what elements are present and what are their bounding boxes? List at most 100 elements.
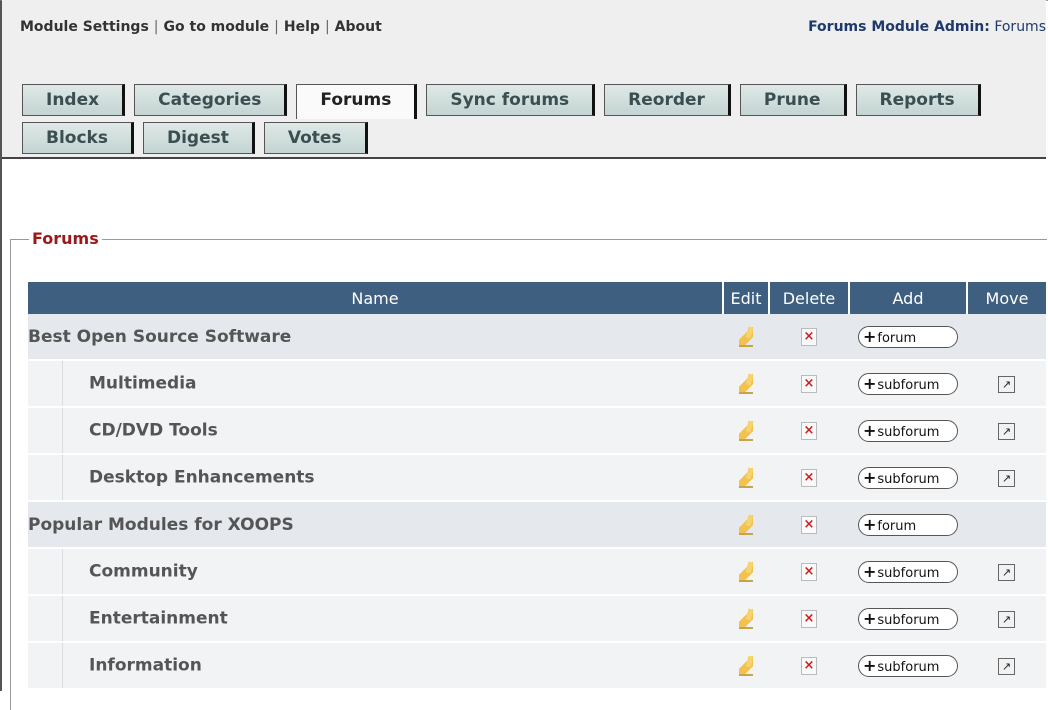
edit-cell [723, 642, 769, 690]
move-cell: ↗ [967, 407, 1046, 455]
forum-name-cell: Best Open Source Software [28, 314, 723, 361]
indent-spacer [28, 643, 63, 688]
plus-icon: + [863, 608, 877, 628]
forum-name[interactable]: Information [89, 656, 202, 676]
plus-icon: + [863, 655, 877, 675]
delete-cell: × [769, 314, 849, 361]
admin-title: Forums Module Admin: Forums [808, 19, 1046, 35]
tab-prune[interactable]: Prune [739, 84, 847, 116]
forum-name[interactable]: Best Open Source Software [28, 327, 291, 347]
add-label: forum [877, 518, 917, 534]
table-row: CD/DVD Tools × +subforum ↗ [28, 407, 1046, 455]
move-icon[interactable]: ↗ [998, 658, 1015, 675]
forum-name[interactable]: CD/DVD Tools [89, 421, 218, 441]
add-subforum-button[interactable]: +subforum [858, 372, 958, 395]
tab-forums[interactable]: Forums [296, 84, 418, 119]
tab-sync-forums[interactable]: Sync forums [426, 84, 596, 116]
tab-index[interactable]: Index [22, 84, 126, 116]
move-icon[interactable]: ↗ [998, 376, 1015, 393]
help-link[interactable]: Help [284, 19, 320, 35]
move-cell [967, 501, 1046, 549]
tab-digest[interactable]: Digest [142, 122, 255, 154]
plus-icon: + [863, 514, 877, 534]
forum-name[interactable]: Popular Modules for XOOPS [28, 515, 294, 535]
pencil-icon[interactable] [739, 655, 753, 676]
delete-icon[interactable]: × [801, 328, 817, 347]
delete-cell: × [769, 501, 849, 549]
pencil-icon[interactable] [739, 514, 753, 535]
move-icon[interactable]: ↗ [998, 423, 1015, 440]
add-subforum-button[interactable]: +subforum [858, 607, 958, 630]
add-cell: +subforum [849, 548, 967, 596]
add-subforum-button[interactable]: +subforum [858, 419, 958, 442]
move-icon[interactable]: ↗ [998, 611, 1015, 628]
forum-name[interactable]: Entertainment [89, 609, 228, 629]
delete-icon[interactable]: × [801, 610, 817, 629]
top-links: Module Settings | Go to module | Help | About [20, 19, 382, 35]
move-cell [967, 314, 1046, 361]
pencil-icon[interactable] [739, 373, 753, 394]
edit-cell [723, 548, 769, 596]
delete-cell: × [769, 407, 849, 455]
move-cell: ↗ [967, 595, 1046, 643]
forums-legend: Forums [29, 229, 102, 248]
table-header: Name Edit Delete Add Move [28, 282, 1046, 314]
table-row: Best Open Source Software × +forum [28, 314, 1046, 361]
forum-name-cell: Entertainment [28, 595, 723, 643]
go-to-module-link[interactable]: Go to module [164, 19, 270, 35]
tab-reorder[interactable]: Reorder [604, 84, 731, 116]
add-subforum-button[interactable]: +subforum [858, 560, 958, 583]
add-label: subforum [877, 377, 940, 393]
admin-title-value: Forums [994, 19, 1046, 35]
table-row: Desktop Enhancements × +subforum ↗ [28, 454, 1046, 502]
add-forum-button[interactable]: +forum [858, 325, 958, 348]
delete-cell: × [769, 360, 849, 408]
plus-icon: + [863, 420, 877, 440]
link-separator: | [153, 19, 159, 35]
tab-row-2: Blocks Digest Votes [22, 122, 377, 160]
add-cell: +subforum [849, 454, 967, 502]
add-forum-button[interactable]: +forum [858, 513, 958, 536]
about-link[interactable]: About [335, 19, 382, 35]
indent-spacer [28, 455, 63, 500]
forums-table: Name Edit Delete Add Move Best Open Sour… [28, 282, 1046, 690]
table-row: Community × +subforum ↗ [28, 548, 1046, 596]
pencil-icon[interactable] [739, 326, 753, 347]
tab-reports[interactable]: Reports [855, 84, 981, 116]
delete-icon[interactable]: × [801, 469, 817, 488]
pencil-icon[interactable] [739, 608, 753, 629]
module-settings-link[interactable]: Module Settings [20, 19, 149, 35]
forum-name[interactable]: Desktop Enhancements [89, 468, 315, 488]
edit-cell [723, 360, 769, 408]
plus-icon: + [863, 467, 877, 487]
forum-name[interactable]: Community [89, 562, 198, 582]
move-icon[interactable]: ↗ [998, 564, 1015, 581]
delete-icon[interactable]: × [801, 422, 817, 441]
add-label: subforum [877, 659, 940, 675]
delete-icon[interactable]: × [801, 563, 817, 582]
delete-icon[interactable]: × [801, 657, 817, 676]
forum-name[interactable]: Multimedia [89, 374, 197, 394]
add-subforum-button[interactable]: +subforum [858, 466, 958, 489]
tab-blocks[interactable]: Blocks [22, 122, 134, 154]
pencil-icon[interactable] [739, 561, 753, 582]
forum-name-cell: CD/DVD Tools [28, 407, 723, 455]
pencil-icon[interactable] [739, 420, 753, 441]
add-cell: +subforum [849, 642, 967, 690]
pencil-icon[interactable] [739, 467, 753, 488]
forum-name-cell: Popular Modules for XOOPS [28, 501, 723, 549]
plus-icon: + [863, 373, 877, 393]
col-edit: Edit [723, 282, 770, 314]
add-cell: +subforum [849, 407, 967, 455]
delete-icon[interactable]: × [801, 375, 817, 394]
move-cell: ↗ [967, 454, 1046, 502]
add-cell: +forum [849, 501, 967, 549]
tab-categories[interactable]: Categories [134, 84, 288, 116]
col-delete: Delete [769, 282, 850, 314]
table-row: Entertainment × +subforum ↗ [28, 595, 1046, 643]
col-name: Name [28, 282, 724, 314]
add-subforum-button[interactable]: +subforum [858, 654, 958, 677]
tab-votes[interactable]: Votes [263, 122, 368, 154]
delete-icon[interactable]: × [801, 516, 817, 535]
move-icon[interactable]: ↗ [998, 470, 1015, 487]
